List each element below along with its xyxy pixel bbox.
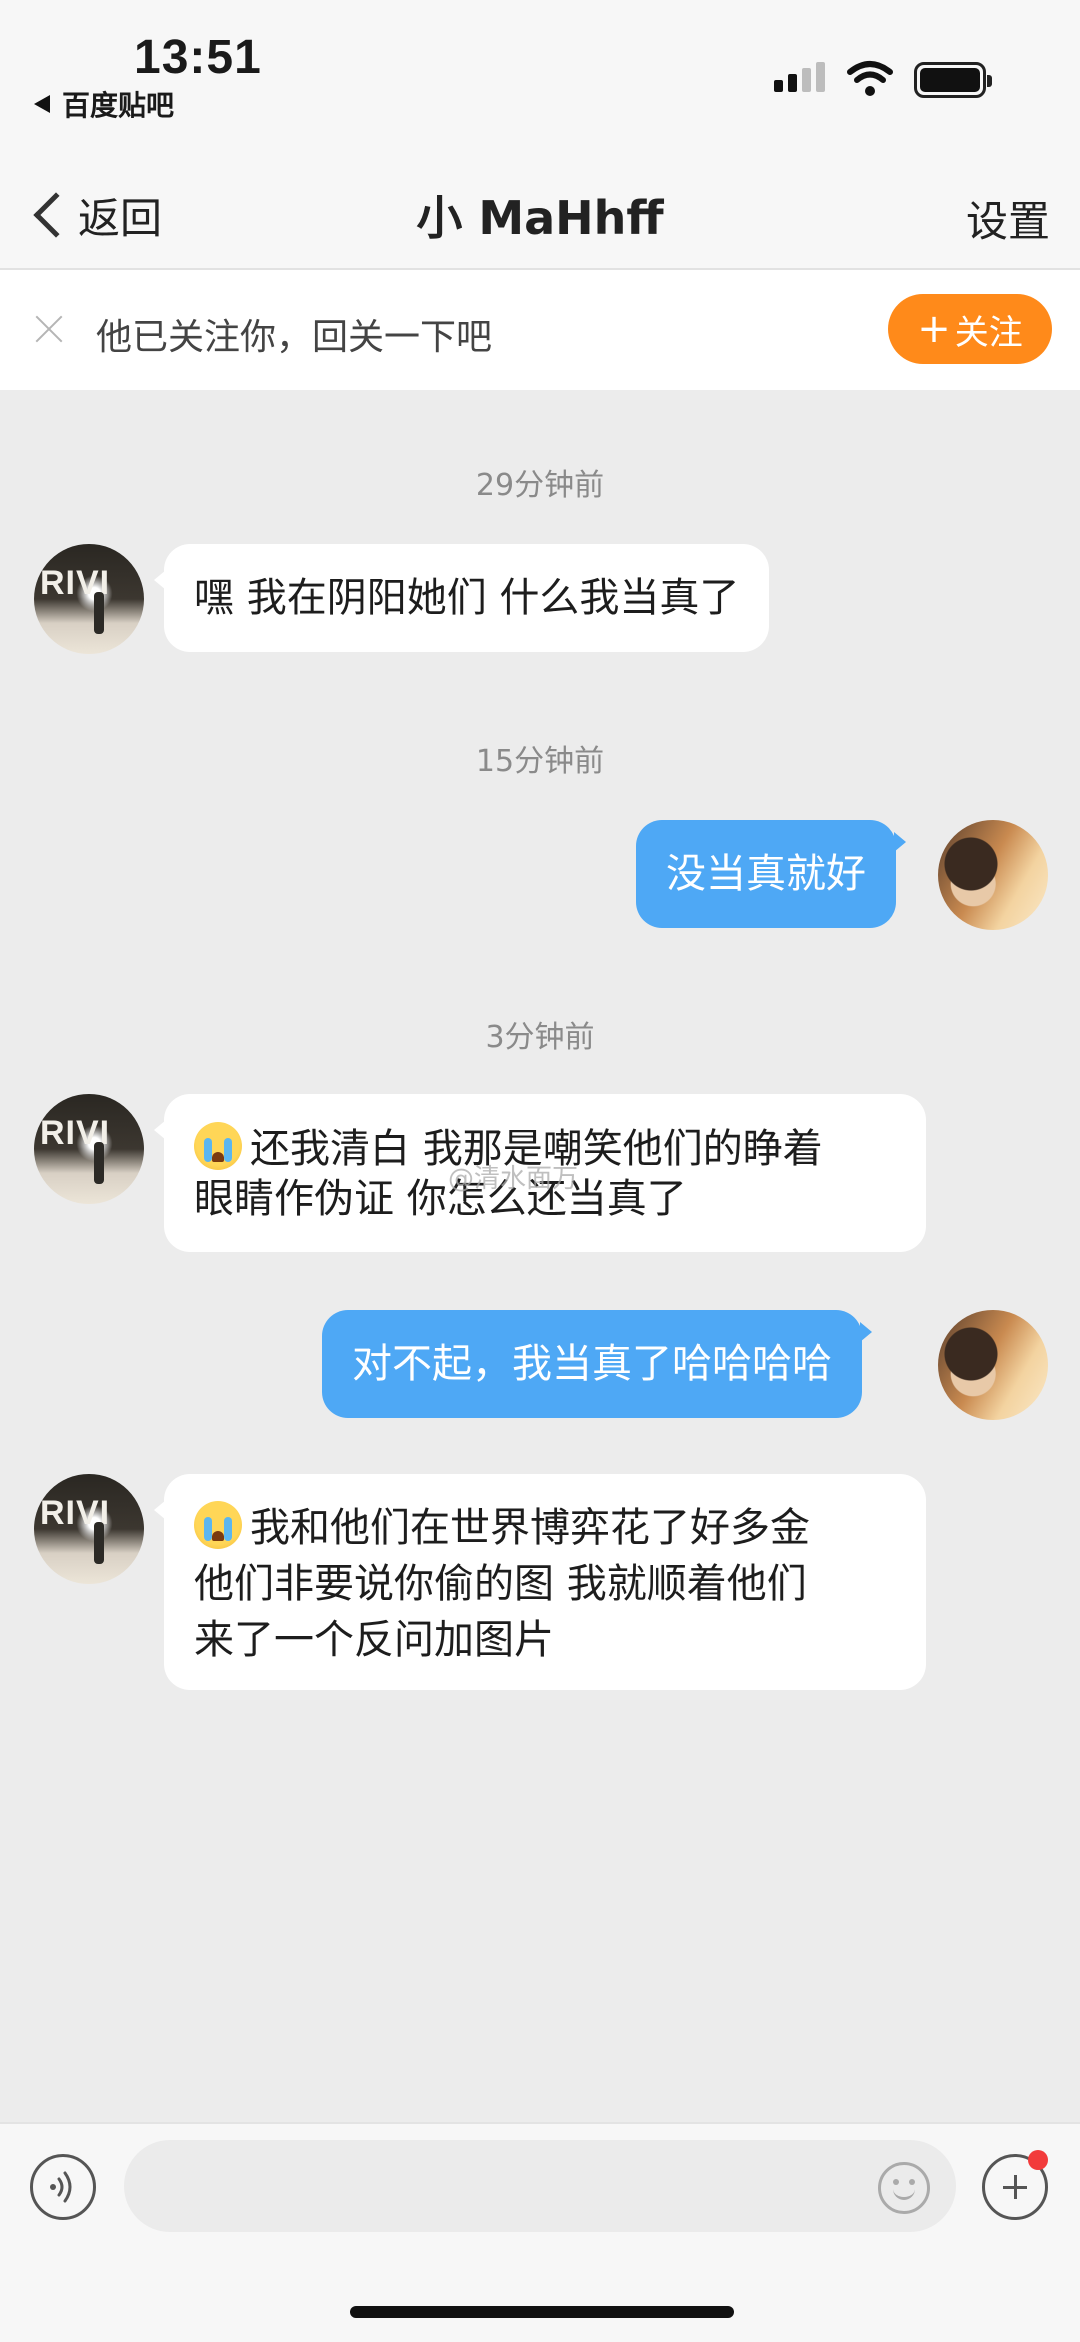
plus-icon: +: [917, 306, 951, 352]
message-text: 没当真就好: [666, 851, 866, 897]
status-time: 13:51: [134, 31, 262, 84]
wifi-icon: [847, 61, 893, 96]
follow-back-banner: 他已关注你，回关一下吧 + 关注: [0, 270, 1080, 390]
status-bar: 13:51 百度贴吧: [0, 0, 1080, 160]
outgoing-message-bubble[interactable]: 没当真就好: [636, 820, 906, 928]
follow-banner-text: 他已关注你，回关一下吧: [96, 317, 493, 358]
incoming-message-bubble[interactable]: 嘿 我在阴阳她们 什么我当真了: [153, 544, 770, 652]
follow-button-label: 关注: [954, 312, 1023, 353]
contact-avatar[interactable]: RIVI: [34, 1474, 144, 1584]
back-to-app-link[interactable]: 百度贴吧: [34, 84, 174, 124]
voice-icon[interactable]: [30, 2154, 96, 2220]
outgoing-message-bubble[interactable]: 对不起，我当真了哈哈哈哈: [322, 1310, 872, 1418]
my-avatar[interactable]: [938, 820, 1048, 930]
message-text-line: 来了一个反问加图片: [194, 1617, 554, 1663]
battery-icon: [914, 62, 992, 98]
back-triangle-icon: [34, 95, 50, 113]
message-input[interactable]: [124, 2140, 956, 2232]
close-icon[interactable]: [34, 314, 64, 344]
nav-bar: 返回 小 MaHhff 设置: [0, 160, 1080, 270]
follow-button[interactable]: + 关注: [888, 294, 1052, 364]
message-timestamp: 29分钟前: [475, 468, 605, 503]
cellular-signal-icon: [774, 62, 825, 92]
notification-dot: [1028, 2150, 1048, 2170]
emoji-icon[interactable]: [878, 2162, 930, 2214]
crying-face-emoji-icon: [194, 1122, 242, 1170]
message-timestamp: 15分钟前: [475, 744, 605, 779]
crying-face-emoji-icon: [194, 1501, 242, 1549]
message-timestamp: 3分钟前: [485, 1020, 595, 1055]
page-title: 小 MaHhff: [416, 191, 664, 245]
contact-avatar[interactable]: RIVI: [34, 544, 144, 654]
message-text: 嘿 我在阴阳她们 什么我当真了: [194, 575, 740, 621]
back-app-label: 百度贴吧: [62, 89, 175, 122]
my-avatar[interactable]: [938, 1310, 1048, 1420]
message-text-line: 他们非要说你偷的图 我就顺着他们: [194, 1561, 807, 1607]
home-indicator[interactable]: [350, 2306, 734, 2318]
message-text-line: 我和他们在世界博弈花了好多金: [250, 1505, 810, 1551]
settings-button[interactable]: 设置: [966, 188, 1050, 249]
contact-avatar[interactable]: RIVI: [34, 1094, 144, 1204]
message-text: 对不起，我当真了哈哈哈哈: [352, 1341, 832, 1387]
incoming-message-bubble[interactable]: 我和他们在世界博弈花了好多金 他们非要说你偷的图 我就顺着他们 来了一个反问加图…: [154, 1474, 926, 1690]
watermark: @清水面万: [448, 1164, 579, 1194]
